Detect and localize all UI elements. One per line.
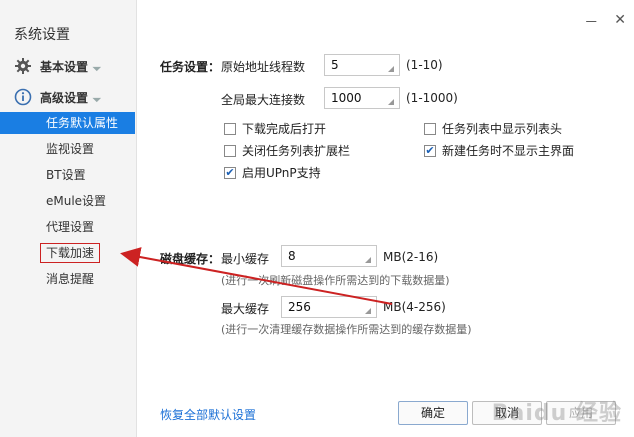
min-cache-unit: MB(2-16) (383, 250, 439, 264)
apply-button[interactable]: 应用 (546, 401, 616, 425)
threads-range: (1-10) (406, 58, 443, 72)
checkbox-box (424, 122, 436, 135)
min-cache-label: 最小缓存 (221, 252, 270, 266)
checkbox-show-list-header[interactable]: 任务列表中显示列表头 (424, 120, 562, 137)
sidebar-item-label: 监视设置 (46, 142, 95, 156)
dropdown-icon (365, 257, 371, 263)
sidebar-group-label: 基本设置 (40, 59, 89, 74)
checkbox-hide-main-window[interactable]: ✔ 新建任务时不显示主界面 (424, 142, 574, 159)
dropdown-icon (365, 308, 371, 314)
threads-select[interactable]: 5 (324, 54, 400, 76)
max-conn-range: (1-1000) (406, 91, 458, 105)
checkbox-label: 任务列表中显示列表头 (442, 122, 563, 136)
max-cache-select[interactable]: 256 (281, 296, 377, 318)
window-title: 系统设置 (14, 27, 70, 43)
dropdown-icon (388, 99, 394, 105)
ok-button[interactable]: 确定 (398, 401, 468, 425)
max-cache-value: 256 (288, 300, 311, 314)
sidebar-item-label: 代理设置 (46, 220, 95, 234)
min-cache-value: 8 (288, 249, 296, 263)
sidebar-item-notifications[interactable]: 消息提醒 (0, 268, 135, 290)
checkbox-label: 下载完成后打开 (242, 122, 327, 136)
sidebar-item-download-accel[interactable]: 下载加速 (0, 242, 135, 264)
max-cache-label: 最大缓存 (221, 302, 270, 316)
close-icon[interactable]: ✕ (614, 12, 626, 32)
check-icon: ✔ (224, 166, 236, 179)
sidebar-group-label: 高级设置 (40, 90, 89, 105)
checkbox-enable-upnp[interactable]: ✔ 启用UPnP支持 (224, 164, 321, 181)
sidebar-item-monitor[interactable]: 监视设置 (0, 138, 135, 160)
max-conn-value: 1000 (331, 91, 362, 105)
cancel-button[interactable]: 取消 (472, 401, 542, 425)
threads-value: 5 (331, 58, 339, 72)
checkbox-label: 关闭任务列表扩展栏 (242, 144, 351, 158)
expand-icon: ◢ (91, 91, 103, 103)
sidebar-item-label: 下载加速 (40, 243, 101, 263)
max-cache-unit: MB(4-256) (383, 300, 446, 314)
sidebar-item-label: 消息提醒 (46, 272, 95, 286)
info-icon (14, 88, 32, 106)
check-icon: ✔ (424, 144, 436, 157)
sidebar-item-label: 任务默认属性 (46, 116, 119, 130)
restore-defaults-link[interactable]: 恢复全部默认设置 (160, 406, 256, 423)
gear-icon (14, 57, 32, 75)
max-cache-hint: (进行一次清理缓存数据操作所需达到的缓存数据量) (221, 323, 472, 336)
window-controls: － ✕ (584, 12, 626, 32)
checkbox-open-after-download[interactable]: 下载完成后打开 (224, 120, 326, 137)
checkbox-close-extension-bar[interactable]: 关闭任务列表扩展栏 (224, 142, 350, 159)
sidebar-group-basic[interactable]: 基本设置 ◢ (14, 55, 103, 77)
checkbox-box (224, 122, 236, 135)
min-cache-select[interactable]: 8 (281, 245, 377, 267)
min-cache-hint: (进行一次刷新磁盘操作所需达到的下载数据量) (221, 274, 450, 287)
sidebar-item-task-defaults[interactable]: 任务默认属性 (0, 112, 135, 134)
checkbox-label: 新建任务时不显示主界面 (442, 144, 575, 158)
checkbox-label: 启用UPnP支持 (242, 166, 321, 180)
sidebar-item-emule[interactable]: eMule设置 (0, 190, 135, 212)
dropdown-icon (388, 66, 394, 72)
max-conn-label: 全局最大连接数 (221, 93, 306, 107)
max-conn-select[interactable]: 1000 (324, 87, 400, 109)
sidebar: 系统设置 基本设置 ◢ 高级设置 ◢ 任务默认属性 监视设置 BT设置 eMul… (0, 0, 137, 437)
task-section-label: 任务设置： (160, 60, 221, 74)
sidebar-item-proxy[interactable]: 代理设置 (0, 216, 135, 238)
expand-icon: ◢ (91, 60, 103, 72)
minimize-icon[interactable]: － (584, 12, 598, 32)
threads-label: 原始地址线程数 (221, 60, 306, 74)
sidebar-item-bt[interactable]: BT设置 (0, 164, 135, 186)
cache-section-label: 磁盘缓存： (160, 252, 221, 266)
sidebar-item-label: BT设置 (46, 168, 86, 182)
checkbox-box (224, 144, 236, 157)
sidebar-item-label: eMule设置 (46, 194, 107, 208)
sidebar-group-advanced[interactable]: 高级设置 ◢ (14, 86, 103, 108)
